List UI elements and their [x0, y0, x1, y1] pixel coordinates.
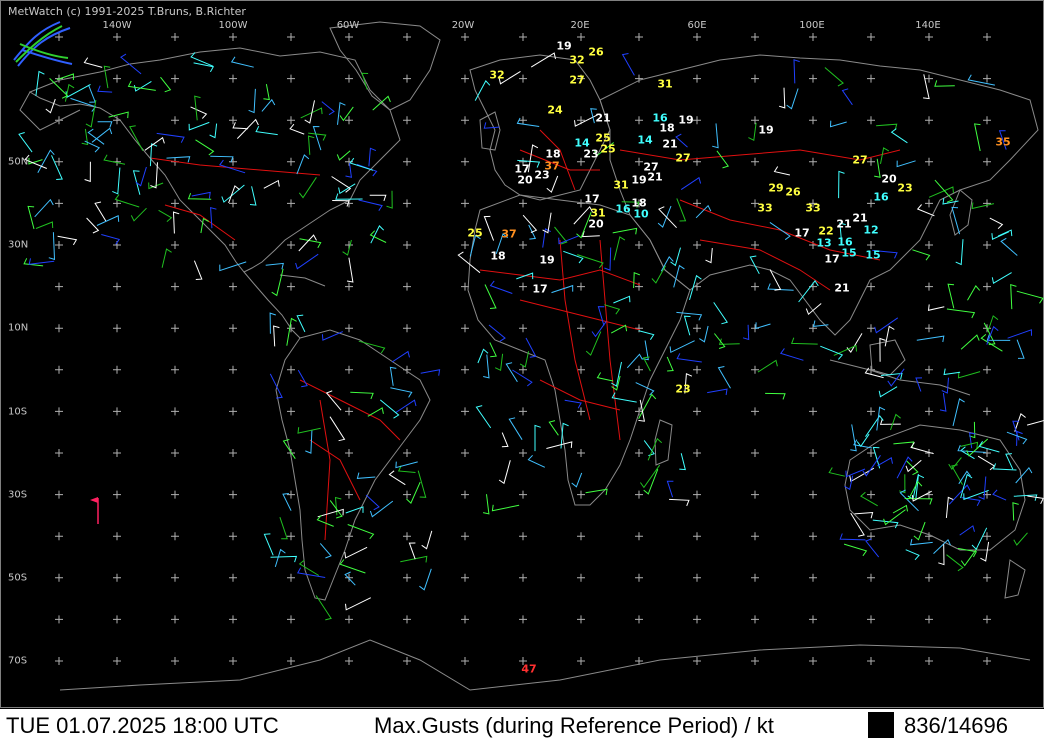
gust-report-label: 16 — [615, 202, 631, 216]
lon-label: 60E — [687, 20, 707, 31]
gust-report-label: 24 — [547, 103, 563, 117]
gust-report-label: 29 — [768, 181, 784, 195]
gust-report-label: 19 — [556, 39, 572, 53]
lon-label: 140W — [102, 20, 132, 31]
datetime-text: TUE 01.07.2025 18:00 UTC — [6, 713, 279, 738]
lon-label: 100E — [799, 20, 825, 31]
gust-report-label: 21 — [595, 111, 611, 125]
lat-label: 30S — [8, 489, 28, 501]
color-swatch — [868, 712, 894, 738]
gust-report-label: 13 — [816, 236, 832, 250]
gust-report-label: 14 — [637, 133, 653, 147]
gust-report-label: 21 — [662, 137, 678, 151]
gust-report-label: 26 — [588, 45, 604, 59]
gust-report-label: 17 — [794, 226, 810, 240]
gust-report-label: 33 — [805, 201, 821, 215]
lon-label: 60W — [336, 20, 360, 31]
lat-label: 10S — [8, 406, 28, 418]
gust-report-label: 19 — [539, 253, 555, 267]
lon-label: 140E — [915, 20, 941, 31]
gust-report-label: 20 — [881, 172, 897, 186]
gust-report-label: 23 — [897, 181, 913, 195]
gust-report-label: 23 — [534, 168, 550, 182]
map-border — [0, 0, 1044, 708]
gust-report-label: 33 — [757, 201, 773, 215]
gust-report-label: 21 — [836, 217, 852, 231]
gust-report-label: 17 — [532, 282, 548, 296]
gust-report-label: 32 — [569, 53, 585, 67]
gust-report-label: 35 — [995, 135, 1011, 149]
weather-map[interactable]: MetWatch (c) 1991-2025 T.Bruns, B.Richte… — [0, 0, 1044, 740]
lon-label: 20W — [451, 20, 475, 31]
gust-report-label: 20 — [517, 173, 533, 187]
gust-report-label: 31 — [613, 178, 629, 192]
gust-report-label: 47 — [521, 662, 537, 676]
lat-label: 10N — [8, 322, 29, 334]
credit-text: MetWatch (c) 1991-2025 T.Bruns, B.Richte… — [8, 5, 246, 18]
gust-report-label: 19 — [758, 123, 774, 137]
lat-label: 70S — [8, 655, 28, 667]
status-bar: TUE 01.07.2025 18:00 UTC Max.Gusts (duri… — [0, 708, 1044, 741]
parameter-text: Max.Gusts (during Reference Period) / kt — [374, 713, 774, 738]
gust-report-label: 32 — [489, 68, 505, 82]
gust-report-label: 26 — [785, 185, 801, 199]
gust-report-label: 20 — [588, 217, 604, 231]
gust-report-label: 23 — [583, 147, 599, 161]
lat-label: 50N — [8, 156, 29, 168]
gust-report-label: 27 — [675, 151, 691, 165]
gust-report-label: 15 — [841, 246, 857, 260]
gust-report-label: 25 — [600, 142, 616, 156]
gust-report-label: 31 — [657, 77, 673, 91]
gust-report-label: 27 — [569, 73, 585, 87]
gust-report-label: 12 — [863, 223, 879, 237]
gust-report-label: 27 — [852, 153, 868, 167]
gust-report-label: 23 — [675, 382, 691, 396]
gust-report-label: 16 — [873, 190, 889, 204]
gust-report-label: 17 — [824, 252, 840, 266]
gust-report-label: 18 — [659, 121, 675, 135]
gust-report-label: 19 — [678, 113, 694, 127]
gust-report-label: 10 — [633, 207, 649, 221]
gust-report-label: 21 — [834, 281, 850, 295]
lon-label: 20E — [570, 20, 590, 31]
station-count-text: 836/14696 — [904, 713, 1008, 738]
gust-report-label: 15 — [865, 248, 881, 262]
lat-label: 50S — [8, 572, 28, 584]
gust-report-label: 25 — [467, 226, 483, 240]
gust-report-label: 18 — [490, 249, 506, 263]
gust-report-label: 19 — [631, 173, 647, 187]
gust-report-label: 21 — [647, 170, 663, 184]
gust-report-label: 37 — [501, 227, 517, 241]
map-canvas — [0, 0, 1044, 708]
lon-label: 100W — [218, 20, 248, 31]
lat-label: 30N — [8, 239, 29, 251]
gust-report-label: 17 — [584, 192, 600, 206]
